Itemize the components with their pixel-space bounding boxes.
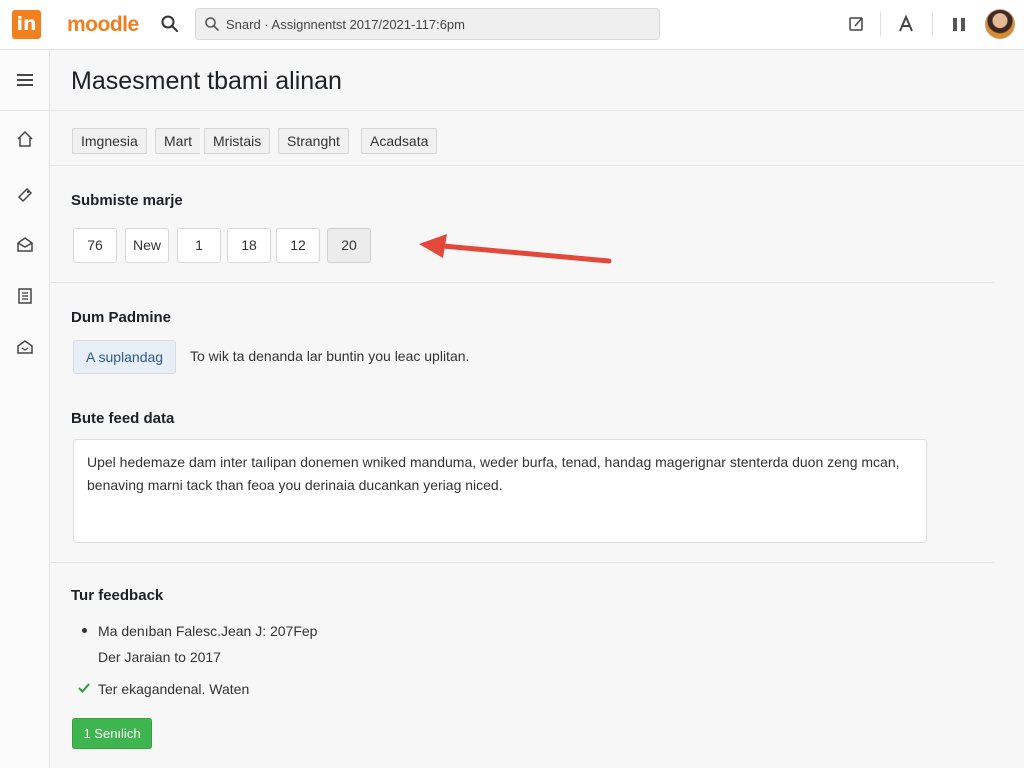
brand-logo[interactable]: moodle bbox=[67, 12, 139, 38]
page-title: Masesment tbami alinan bbox=[71, 67, 342, 95]
bullet-icon bbox=[82, 628, 87, 633]
feedback-data-title: Bute feed data bbox=[71, 410, 175, 427]
page-button-active[interactable]: 20 bbox=[327, 228, 371, 263]
check-icon bbox=[77, 681, 91, 695]
submission-section-title: Submiste marje bbox=[71, 192, 183, 209]
left-rail bbox=[0, 50, 50, 768]
tag-icon[interactable] bbox=[15, 185, 35, 205]
page-button[interactable]: 1 bbox=[177, 228, 221, 263]
inbox-icon[interactable] bbox=[15, 235, 35, 255]
top-bar: in moodle Snard · Assignnentst 2017/2021… bbox=[0, 0, 1024, 50]
divider bbox=[51, 110, 1024, 111]
toolbar-divider bbox=[880, 12, 881, 36]
search-input[interactable]: Snard · Assignnentst 2017/2021-117:6pm bbox=[195, 8, 660, 40]
document-icon[interactable] bbox=[15, 286, 35, 306]
home-icon[interactable] bbox=[15, 129, 35, 149]
feedback-textarea[interactable]: Upel hedemaze dam inter taılipan donemen… bbox=[73, 439, 927, 543]
menu-icon[interactable] bbox=[15, 72, 35, 88]
tag-item[interactable]: Mristais bbox=[204, 128, 271, 154]
feedback-list-item: Ma denıban Falesc.Jean J: 207Fep bbox=[98, 623, 318, 639]
user-avatar[interactable] bbox=[985, 9, 1015, 39]
tag-item[interactable]: Imgnesia bbox=[72, 128, 147, 154]
tag-item[interactable]: Stranght bbox=[278, 128, 349, 154]
edit-icon[interactable] bbox=[845, 12, 869, 36]
brand-text-part1: moo bbox=[67, 13, 110, 36]
page-button[interactable]: 12 bbox=[276, 228, 320, 263]
page-button[interactable]: 76 bbox=[73, 228, 117, 263]
feedback-list-subitem: Der Jaraian to 2017 bbox=[98, 649, 221, 665]
search-input-text: Snard · Assignnentst 2017/2021-117:6pm bbox=[226, 17, 465, 32]
rail-divider bbox=[0, 110, 50, 111]
columns-icon[interactable] bbox=[947, 12, 971, 36]
feedback-check-item: Ter ekagandenal. Waten bbox=[98, 681, 250, 697]
app-logo-icon[interactable]: in bbox=[12, 10, 41, 39]
divider bbox=[51, 165, 1024, 166]
search-icon[interactable] bbox=[160, 14, 180, 34]
submit-button[interactable]: 1 Senılich bbox=[72, 718, 152, 749]
annotation-arrow-icon bbox=[419, 234, 612, 264]
upload-section-title: Dum Padmine bbox=[71, 309, 172, 326]
page-button[interactable]: 18 bbox=[227, 228, 271, 263]
tag-item[interactable]: Acadsata bbox=[361, 128, 438, 154]
mailbox-icon[interactable] bbox=[15, 337, 35, 357]
search-field-icon bbox=[204, 16, 220, 32]
upload-button[interactable]: A suplandag bbox=[73, 340, 177, 374]
tur-feedback-title: Tur feedback bbox=[71, 587, 164, 604]
upload-description: To wik ta denanda lar buntin you leac up… bbox=[190, 348, 470, 364]
font-icon[interactable] bbox=[894, 12, 918, 36]
divider bbox=[51, 282, 994, 283]
page-button[interactable]: New bbox=[125, 228, 169, 263]
tag-item[interactable]: Mart bbox=[155, 128, 200, 154]
divider bbox=[51, 562, 994, 563]
brand-text-part2: dle bbox=[109, 13, 139, 36]
toolbar-divider bbox=[932, 12, 933, 36]
main-content: Masesment tbami alinan Imgnesia Mart Mri… bbox=[51, 51, 1024, 768]
